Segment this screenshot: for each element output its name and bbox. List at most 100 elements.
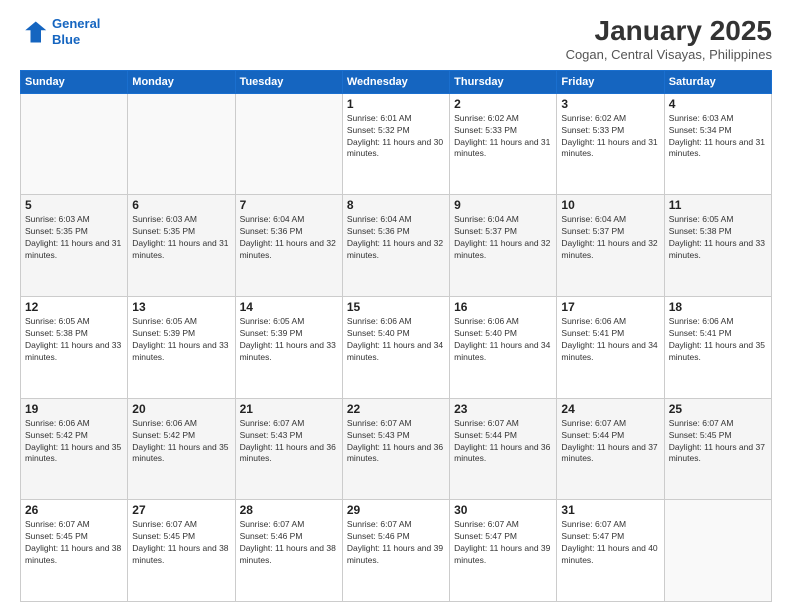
table-cell: 29 Sunrise: 6:07 AM Sunset: 5:46 PM Dayl… [342, 500, 449, 602]
col-tuesday: Tuesday [235, 70, 342, 93]
col-monday: Monday [128, 70, 235, 93]
table-cell: 7 Sunrise: 6:04 AM Sunset: 5:36 PM Dayli… [235, 195, 342, 297]
day-number: 10 [561, 198, 659, 212]
table-cell [21, 93, 128, 195]
table-cell: 15 Sunrise: 6:06 AM Sunset: 5:40 PM Dayl… [342, 297, 449, 399]
day-number: 13 [132, 300, 230, 314]
cell-content: Sunrise: 6:01 AM Sunset: 5:32 PM Dayligh… [347, 113, 445, 161]
day-number: 21 [240, 402, 338, 416]
cell-content: Sunrise: 6:06 AM Sunset: 5:41 PM Dayligh… [561, 316, 659, 364]
logo-text: General Blue [52, 16, 100, 47]
logo: General Blue [20, 16, 100, 47]
table-cell: 3 Sunrise: 6:02 AM Sunset: 5:33 PM Dayli… [557, 93, 664, 195]
day-number: 1 [347, 97, 445, 111]
day-number: 6 [132, 198, 230, 212]
table-cell: 14 Sunrise: 6:05 AM Sunset: 5:39 PM Dayl… [235, 297, 342, 399]
cell-content: Sunrise: 6:06 AM Sunset: 5:41 PM Dayligh… [669, 316, 767, 364]
page: General Blue January 2025 Cogan, Central… [0, 0, 792, 612]
table-cell: 17 Sunrise: 6:06 AM Sunset: 5:41 PM Dayl… [557, 297, 664, 399]
table-cell: 2 Sunrise: 6:02 AM Sunset: 5:33 PM Dayli… [450, 93, 557, 195]
day-number: 14 [240, 300, 338, 314]
col-friday: Friday [557, 70, 664, 93]
day-number: 9 [454, 198, 552, 212]
table-cell: 21 Sunrise: 6:07 AM Sunset: 5:43 PM Dayl… [235, 398, 342, 500]
cell-content: Sunrise: 6:07 AM Sunset: 5:47 PM Dayligh… [561, 519, 659, 567]
day-number: 3 [561, 97, 659, 111]
col-sunday: Sunday [21, 70, 128, 93]
table-cell: 1 Sunrise: 6:01 AM Sunset: 5:32 PM Dayli… [342, 93, 449, 195]
cell-content: Sunrise: 6:07 AM Sunset: 5:44 PM Dayligh… [561, 418, 659, 466]
table-cell [235, 93, 342, 195]
cell-content: Sunrise: 6:06 AM Sunset: 5:40 PM Dayligh… [347, 316, 445, 364]
cell-content: Sunrise: 6:05 AM Sunset: 5:39 PM Dayligh… [240, 316, 338, 364]
cell-content: Sunrise: 6:05 AM Sunset: 5:38 PM Dayligh… [669, 214, 767, 262]
calendar-title: January 2025 [566, 16, 772, 47]
header: General Blue January 2025 Cogan, Central… [20, 16, 772, 62]
cell-content: Sunrise: 6:04 AM Sunset: 5:36 PM Dayligh… [347, 214, 445, 262]
day-number: 29 [347, 503, 445, 517]
week-row-2: 5 Sunrise: 6:03 AM Sunset: 5:35 PM Dayli… [21, 195, 772, 297]
cell-content: Sunrise: 6:05 AM Sunset: 5:39 PM Dayligh… [132, 316, 230, 364]
table-cell: 30 Sunrise: 6:07 AM Sunset: 5:47 PM Dayl… [450, 500, 557, 602]
calendar-table: Sunday Monday Tuesday Wednesday Thursday… [20, 70, 772, 602]
table-cell: 22 Sunrise: 6:07 AM Sunset: 5:43 PM Dayl… [342, 398, 449, 500]
day-number: 19 [25, 402, 123, 416]
table-cell: 18 Sunrise: 6:06 AM Sunset: 5:41 PM Dayl… [664, 297, 771, 399]
table-cell: 25 Sunrise: 6:07 AM Sunset: 5:45 PM Dayl… [664, 398, 771, 500]
table-cell: 11 Sunrise: 6:05 AM Sunset: 5:38 PM Dayl… [664, 195, 771, 297]
day-number: 18 [669, 300, 767, 314]
week-row-3: 12 Sunrise: 6:05 AM Sunset: 5:38 PM Dayl… [21, 297, 772, 399]
day-number: 16 [454, 300, 552, 314]
cell-content: Sunrise: 6:04 AM Sunset: 5:36 PM Dayligh… [240, 214, 338, 262]
cell-content: Sunrise: 6:07 AM Sunset: 5:45 PM Dayligh… [669, 418, 767, 466]
table-cell: 9 Sunrise: 6:04 AM Sunset: 5:37 PM Dayli… [450, 195, 557, 297]
cell-content: Sunrise: 6:07 AM Sunset: 5:45 PM Dayligh… [132, 519, 230, 567]
col-thursday: Thursday [450, 70, 557, 93]
day-number: 25 [669, 402, 767, 416]
col-wednesday: Wednesday [342, 70, 449, 93]
table-cell: 26 Sunrise: 6:07 AM Sunset: 5:45 PM Dayl… [21, 500, 128, 602]
week-row-4: 19 Sunrise: 6:06 AM Sunset: 5:42 PM Dayl… [21, 398, 772, 500]
logo-line2: Blue [52, 32, 80, 47]
day-number: 24 [561, 402, 659, 416]
table-cell: 16 Sunrise: 6:06 AM Sunset: 5:40 PM Dayl… [450, 297, 557, 399]
calendar-subtitle: Cogan, Central Visayas, Philippines [566, 47, 772, 62]
cell-content: Sunrise: 6:07 AM Sunset: 5:43 PM Dayligh… [347, 418, 445, 466]
table-cell: 4 Sunrise: 6:03 AM Sunset: 5:34 PM Dayli… [664, 93, 771, 195]
cell-content: Sunrise: 6:06 AM Sunset: 5:42 PM Dayligh… [132, 418, 230, 466]
table-cell: 23 Sunrise: 6:07 AM Sunset: 5:44 PM Dayl… [450, 398, 557, 500]
cell-content: Sunrise: 6:07 AM Sunset: 5:43 PM Dayligh… [240, 418, 338, 466]
day-number: 23 [454, 402, 552, 416]
table-cell: 12 Sunrise: 6:05 AM Sunset: 5:38 PM Dayl… [21, 297, 128, 399]
cell-content: Sunrise: 6:03 AM Sunset: 5:34 PM Dayligh… [669, 113, 767, 161]
table-cell: 8 Sunrise: 6:04 AM Sunset: 5:36 PM Dayli… [342, 195, 449, 297]
day-number: 4 [669, 97, 767, 111]
cell-content: Sunrise: 6:06 AM Sunset: 5:42 PM Dayligh… [25, 418, 123, 466]
cell-content: Sunrise: 6:02 AM Sunset: 5:33 PM Dayligh… [561, 113, 659, 161]
cell-content: Sunrise: 6:07 AM Sunset: 5:45 PM Dayligh… [25, 519, 123, 567]
day-number: 22 [347, 402, 445, 416]
day-number: 12 [25, 300, 123, 314]
table-cell: 10 Sunrise: 6:04 AM Sunset: 5:37 PM Dayl… [557, 195, 664, 297]
cell-content: Sunrise: 6:04 AM Sunset: 5:37 PM Dayligh… [561, 214, 659, 262]
table-cell: 5 Sunrise: 6:03 AM Sunset: 5:35 PM Dayli… [21, 195, 128, 297]
day-number: 20 [132, 402, 230, 416]
day-number: 5 [25, 198, 123, 212]
cell-content: Sunrise: 6:04 AM Sunset: 5:37 PM Dayligh… [454, 214, 552, 262]
title-block: January 2025 Cogan, Central Visayas, Phi… [566, 16, 772, 62]
cell-content: Sunrise: 6:03 AM Sunset: 5:35 PM Dayligh… [132, 214, 230, 262]
day-number: 11 [669, 198, 767, 212]
col-saturday: Saturday [664, 70, 771, 93]
day-number: 8 [347, 198, 445, 212]
logo-line1: General [52, 16, 100, 31]
day-number: 7 [240, 198, 338, 212]
day-number: 17 [561, 300, 659, 314]
day-number: 15 [347, 300, 445, 314]
day-number: 2 [454, 97, 552, 111]
cell-content: Sunrise: 6:03 AM Sunset: 5:35 PM Dayligh… [25, 214, 123, 262]
table-cell: 31 Sunrise: 6:07 AM Sunset: 5:47 PM Dayl… [557, 500, 664, 602]
week-row-1: 1 Sunrise: 6:01 AM Sunset: 5:32 PM Dayli… [21, 93, 772, 195]
table-cell: 27 Sunrise: 6:07 AM Sunset: 5:45 PM Dayl… [128, 500, 235, 602]
week-row-5: 26 Sunrise: 6:07 AM Sunset: 5:45 PM Dayl… [21, 500, 772, 602]
header-row: Sunday Monday Tuesday Wednesday Thursday… [21, 70, 772, 93]
